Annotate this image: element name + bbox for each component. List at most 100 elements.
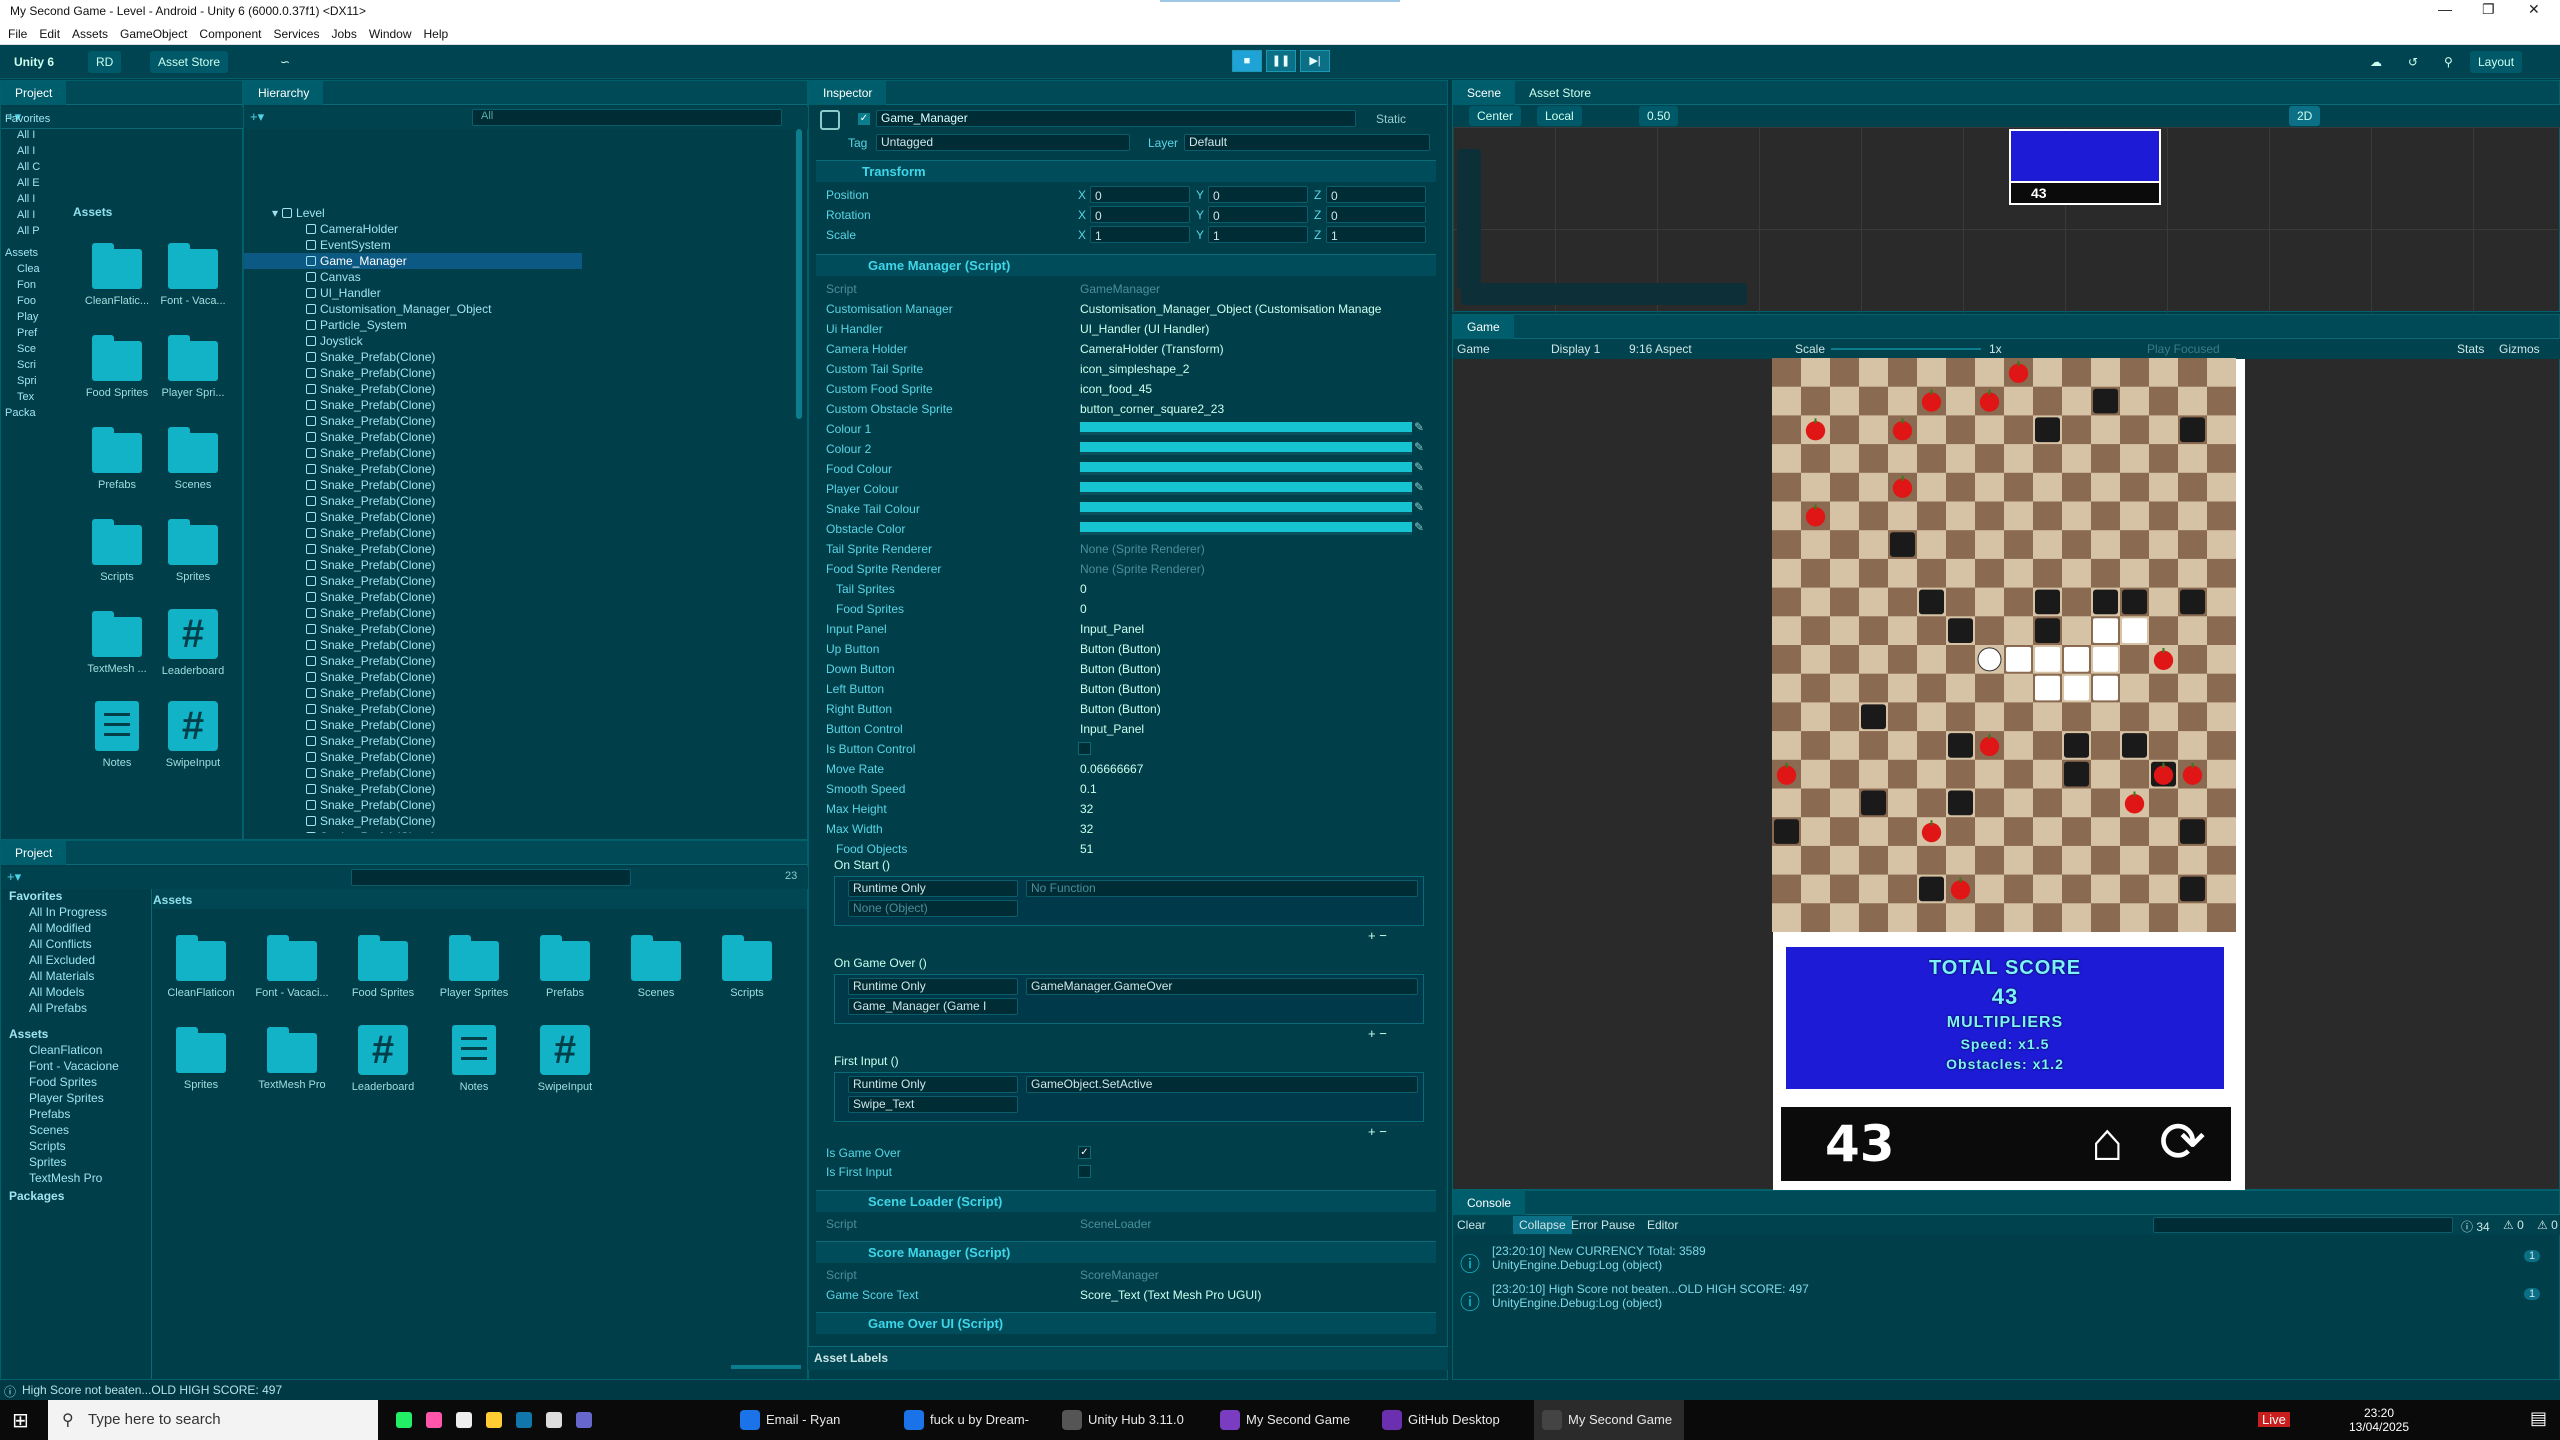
event-object-field[interactable]: Game_Manager (Game I [848,998,1018,1015]
gm-field-value[interactable]: Button (Button) [1080,680,1410,698]
static-toggle[interactable]: Static [1376,112,1406,126]
cloud-icon[interactable]: ☁ [2362,51,2390,73]
hierarchy-item[interactable]: Snake_Prefab(Clone) [244,413,582,429]
project-search-input[interactable] [351,869,631,886]
taskbar-app[interactable]: fuck u by Dream-G... [896,1400,1046,1440]
gm-field-value[interactable]: None (Sprite Renderer) [1080,540,1410,558]
menu-gameobject[interactable]: GameObject [120,23,187,45]
game-board[interactable] [1772,358,2236,932]
event-object-field[interactable]: Swipe_Text [848,1096,1018,1113]
event-mode-dropdown[interactable]: Runtime Only [848,978,1018,995]
console-log-count[interactable]: ⓘ 34 [2461,1218,2490,1235]
transform-y-field[interactable]: 1 [1208,226,1308,243]
transform-x-field[interactable]: 0 [1090,206,1190,223]
gm-field-value[interactable]: 0 [1080,600,1410,618]
windows-start-icon[interactable]: ⊞ [12,1408,29,1433]
game-manager-header[interactable]: Game Manager (Script) [816,254,1436,276]
is-button-control-checkbox[interactable] [1078,742,1091,755]
gm-field-label[interactable]: Food Objects [826,840,1076,858]
hierarchy-item[interactable]: Particle_System [244,317,582,333]
asset-labels-bar[interactable]: Asset Labels [808,1346,1448,1370]
is-game-over-checkbox[interactable]: ✓ [1078,1146,1091,1159]
version-control-icon[interactable]: ∽ [272,51,298,73]
tab-project-top[interactable]: Project [1,81,67,105]
project-top-tree-item[interactable]: All I [17,129,35,141]
assets-tree-item[interactable]: CleanFlaticon [29,1043,102,1057]
tag-dropdown[interactable]: Untagged [876,134,1130,151]
gm-field-label[interactable]: Tail Sprites [826,580,1076,598]
pinned-app-icon[interactable] [396,1412,412,1428]
hierarchy-item[interactable]: Snake_Prefab(Clone) [244,573,582,589]
gm-field-label[interactable]: Food Sprites [826,600,1076,618]
favorites-item[interactable]: All In Progress [29,905,107,919]
console-message[interactable]: [23:20:10] High Score not beaten...OLD H… [1492,1282,1809,1296]
event-add-remove-buttons[interactable]: + − [1368,1124,1387,1139]
project-bottom-asset[interactable]: Scripts [707,933,787,999]
console-clear-button[interactable]: Clear [1457,1218,1486,1232]
2d-toggle[interactable]: 2D [2289,106,2321,126]
assets-tree-item[interactable]: Packages [9,1189,64,1203]
event-add-remove-buttons[interactable]: + − [1368,1026,1387,1041]
event-function-dropdown[interactable]: GameManager.GameOver [1026,978,1418,995]
hierarchy-item[interactable]: Snake_Prefab(Clone) [244,669,582,685]
project-top-tree-item[interactable]: All I [17,145,35,157]
project-top-asset[interactable]: TextMesh ... [77,609,157,675]
gm-field-value[interactable]: Button (Button) [1080,700,1410,718]
hierarchy-item[interactable]: Snake_Prefab(Clone) [244,653,582,669]
hierarchy-item[interactable]: Customisation_Manager_Object [244,301,582,317]
assets-tree-item[interactable]: Scripts [29,1139,66,1153]
project-top-tree-item[interactable]: Spri [17,375,37,387]
assets-tree-item[interactable]: Assets [9,1027,48,1041]
project-bottom-asset[interactable]: # Leaderboard [343,1025,423,1093]
gm-field-value[interactable]: 32 [1080,800,1410,818]
project-top-asset[interactable]: CleanFlatic... [77,241,157,307]
project-bottom-asset[interactable]: Player Sprites [434,933,514,999]
hierarchy-item[interactable]: Snake_Prefab(Clone) [244,717,582,733]
project-top-asset[interactable]: Notes [77,701,157,769]
pinned-app-icon[interactable] [546,1412,562,1428]
project-bottom-asset[interactable]: # SwipeInput [525,1025,605,1093]
pinned-app-icon[interactable] [576,1412,592,1428]
console-message[interactable]: [23:20:10] New CURRENCY Total: 3589 [1492,1244,1706,1258]
transform-y-field[interactable]: 0 [1208,186,1308,203]
play-mode-dropdown[interactable]: Play Focused [2147,342,2220,356]
favorites-item[interactable]: Favorites [9,889,62,903]
home-icon[interactable]: ⌂ [2091,1111,2124,1173]
eyedropper-icon[interactable]: ✎ [1414,520,1424,534]
live-badge[interactable]: Live [2258,1412,2290,1427]
hierarchy-item[interactable]: Snake_Prefab(Clone) [244,397,582,413]
expand-icon[interactable]: ▾ [272,206,278,220]
eyedropper-icon[interactable]: ✎ [1414,440,1424,454]
project-top-asset[interactable]: Prefabs [77,425,157,491]
gm-field-value[interactable]: Button (Button) [1080,660,1410,678]
aspect-dropdown[interactable]: 9:16 Aspect [1629,342,1692,356]
eyedropper-icon[interactable]: ✎ [1414,460,1424,474]
hierarchy-root[interactable]: ▾ Level [244,205,582,221]
pause-button[interactable]: ❚❚ [1266,50,1296,72]
menu-services[interactable]: Services [273,23,319,45]
tab-game[interactable]: Game [1453,315,1514,339]
assets-tree-item[interactable]: Player Sprites [29,1091,104,1105]
gm-field-value[interactable]: button_corner_square2_23 [1080,400,1410,418]
score-manager-header[interactable]: Score Manager (Script) [816,1241,1436,1263]
scene-overlay-toolbar[interactable] [1461,283,1747,305]
hierarchy-item[interactable]: Snake_Prefab(Clone) [244,701,582,717]
account-button[interactable]: RD [88,51,122,73]
hierarchy-item[interactable]: Snake_Prefab(Clone) [244,493,582,509]
notifications-icon[interactable]: ▤ [2530,1408,2547,1429]
gm-field-value[interactable]: icon_simpleshape_2 [1080,360,1410,378]
project-bottom-asset[interactable]: Notes [434,1025,514,1093]
transform-z-field[interactable]: 1 [1326,226,1426,243]
project-top-tree-item[interactable]: All I [17,193,35,205]
menu-help[interactable]: Help [424,23,449,45]
taskbar-app[interactable]: My Second Game -... [1534,1400,1684,1440]
transform-y-field[interactable]: 0 [1208,206,1308,223]
favorites-item[interactable]: All Conflicts [29,937,92,951]
project-bottom-asset[interactable]: Scenes [616,933,696,999]
project-top-tree-item[interactable]: Pref [17,327,37,339]
active-checkbox[interactable]: ✓ [858,113,870,125]
play-button[interactable]: ■ [1232,50,1262,72]
scene-loader-header[interactable]: Scene Loader (Script) [816,1190,1436,1212]
hierarchy-item[interactable]: Snake_Prefab(Clone) [244,445,582,461]
project-bottom-asset[interactable]: TextMesh Pro [252,1025,332,1091]
